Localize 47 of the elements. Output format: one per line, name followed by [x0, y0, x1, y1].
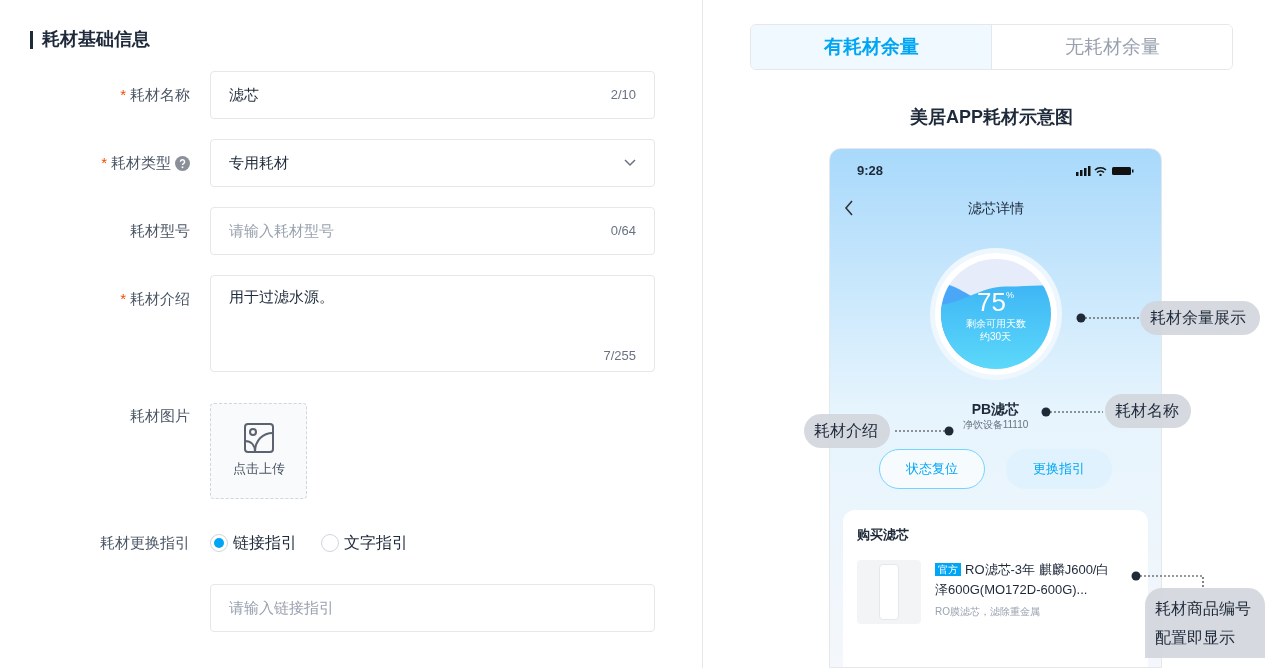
required-mark: * — [101, 153, 107, 173]
title-bar-mark — [30, 30, 33, 49]
field-label: 耗材类型 — [111, 153, 171, 173]
required-mark: * — [120, 289, 126, 309]
field-label: 耗材型号 — [130, 221, 190, 241]
char-counter: 7/255 — [603, 346, 636, 365]
chevron-down-icon — [624, 159, 636, 167]
section-title: 耗材基础信息 — [42, 28, 150, 51]
status-icons — [1076, 165, 1134, 176]
callout-label: 耗材余量展示 — [1140, 301, 1260, 335]
leader-line — [1076, 313, 1140, 323]
field-label: 耗材图片 — [130, 406, 190, 426]
input-field[interactable]: 滤芯 2/10 — [210, 71, 655, 119]
callout-label: 耗材名称 — [1105, 394, 1191, 428]
remaining-days: 约30天 — [979, 329, 1012, 343]
official-tag: 官方 — [935, 563, 961, 576]
select-field[interactable]: 专用耗材 — [210, 139, 655, 187]
card-title: 购买滤芯 — [857, 525, 910, 544]
image-icon — [243, 423, 274, 454]
product-image — [857, 560, 921, 624]
product-description: RO膜滤芯，滤除重金属 — [935, 605, 1041, 619]
back-icon[interactable] — [844, 199, 854, 216]
remaining-label: 剩余可用天数 — [965, 316, 1026, 330]
callout-label: 耗材商品编号配置即显示 — [1145, 588, 1265, 658]
radio-option[interactable]: 文字指引 — [321, 531, 408, 555]
product-title: 官方 RO滤芯-3年 麒麟J600/白泽600G(MO172D-600G)... — [935, 561, 1111, 599]
field-label: 耗材名称 — [130, 85, 190, 105]
product-name: PB滤芯 — [971, 399, 1020, 418]
screen-title: 滤芯详情 — [967, 198, 1024, 218]
required-mark: * — [120, 85, 126, 105]
callout-label: 耗材介绍 — [804, 414, 890, 448]
char-counter: 0/64 — [610, 222, 636, 241]
leader-line — [893, 426, 954, 436]
help-icon[interactable] — [175, 155, 190, 171]
text-area[interactable]: 用于过滤水源。 7/255 — [210, 275, 655, 372]
field-label: 耗材更换指引 — [100, 533, 190, 553]
preview-title: 美居APP耗材示意图 — [910, 106, 1073, 129]
radio-option[interactable]: 链接指引 — [210, 531, 297, 555]
upload-button[interactable]: 点击上传 — [210, 403, 307, 499]
device-name: 净饮设备11110 — [962, 417, 1029, 432]
field-label: 耗材介绍 — [130, 289, 190, 309]
input-field[interactable]: 请输入耗材型号 0/64 — [210, 207, 655, 255]
leader-line — [1041, 407, 1104, 417]
gauge-percent: 75 — [977, 288, 1006, 315]
char-counter: 2/10 — [610, 86, 636, 105]
status-time: 9:28 — [857, 162, 884, 180]
percent-unit: % — [1005, 290, 1014, 300]
